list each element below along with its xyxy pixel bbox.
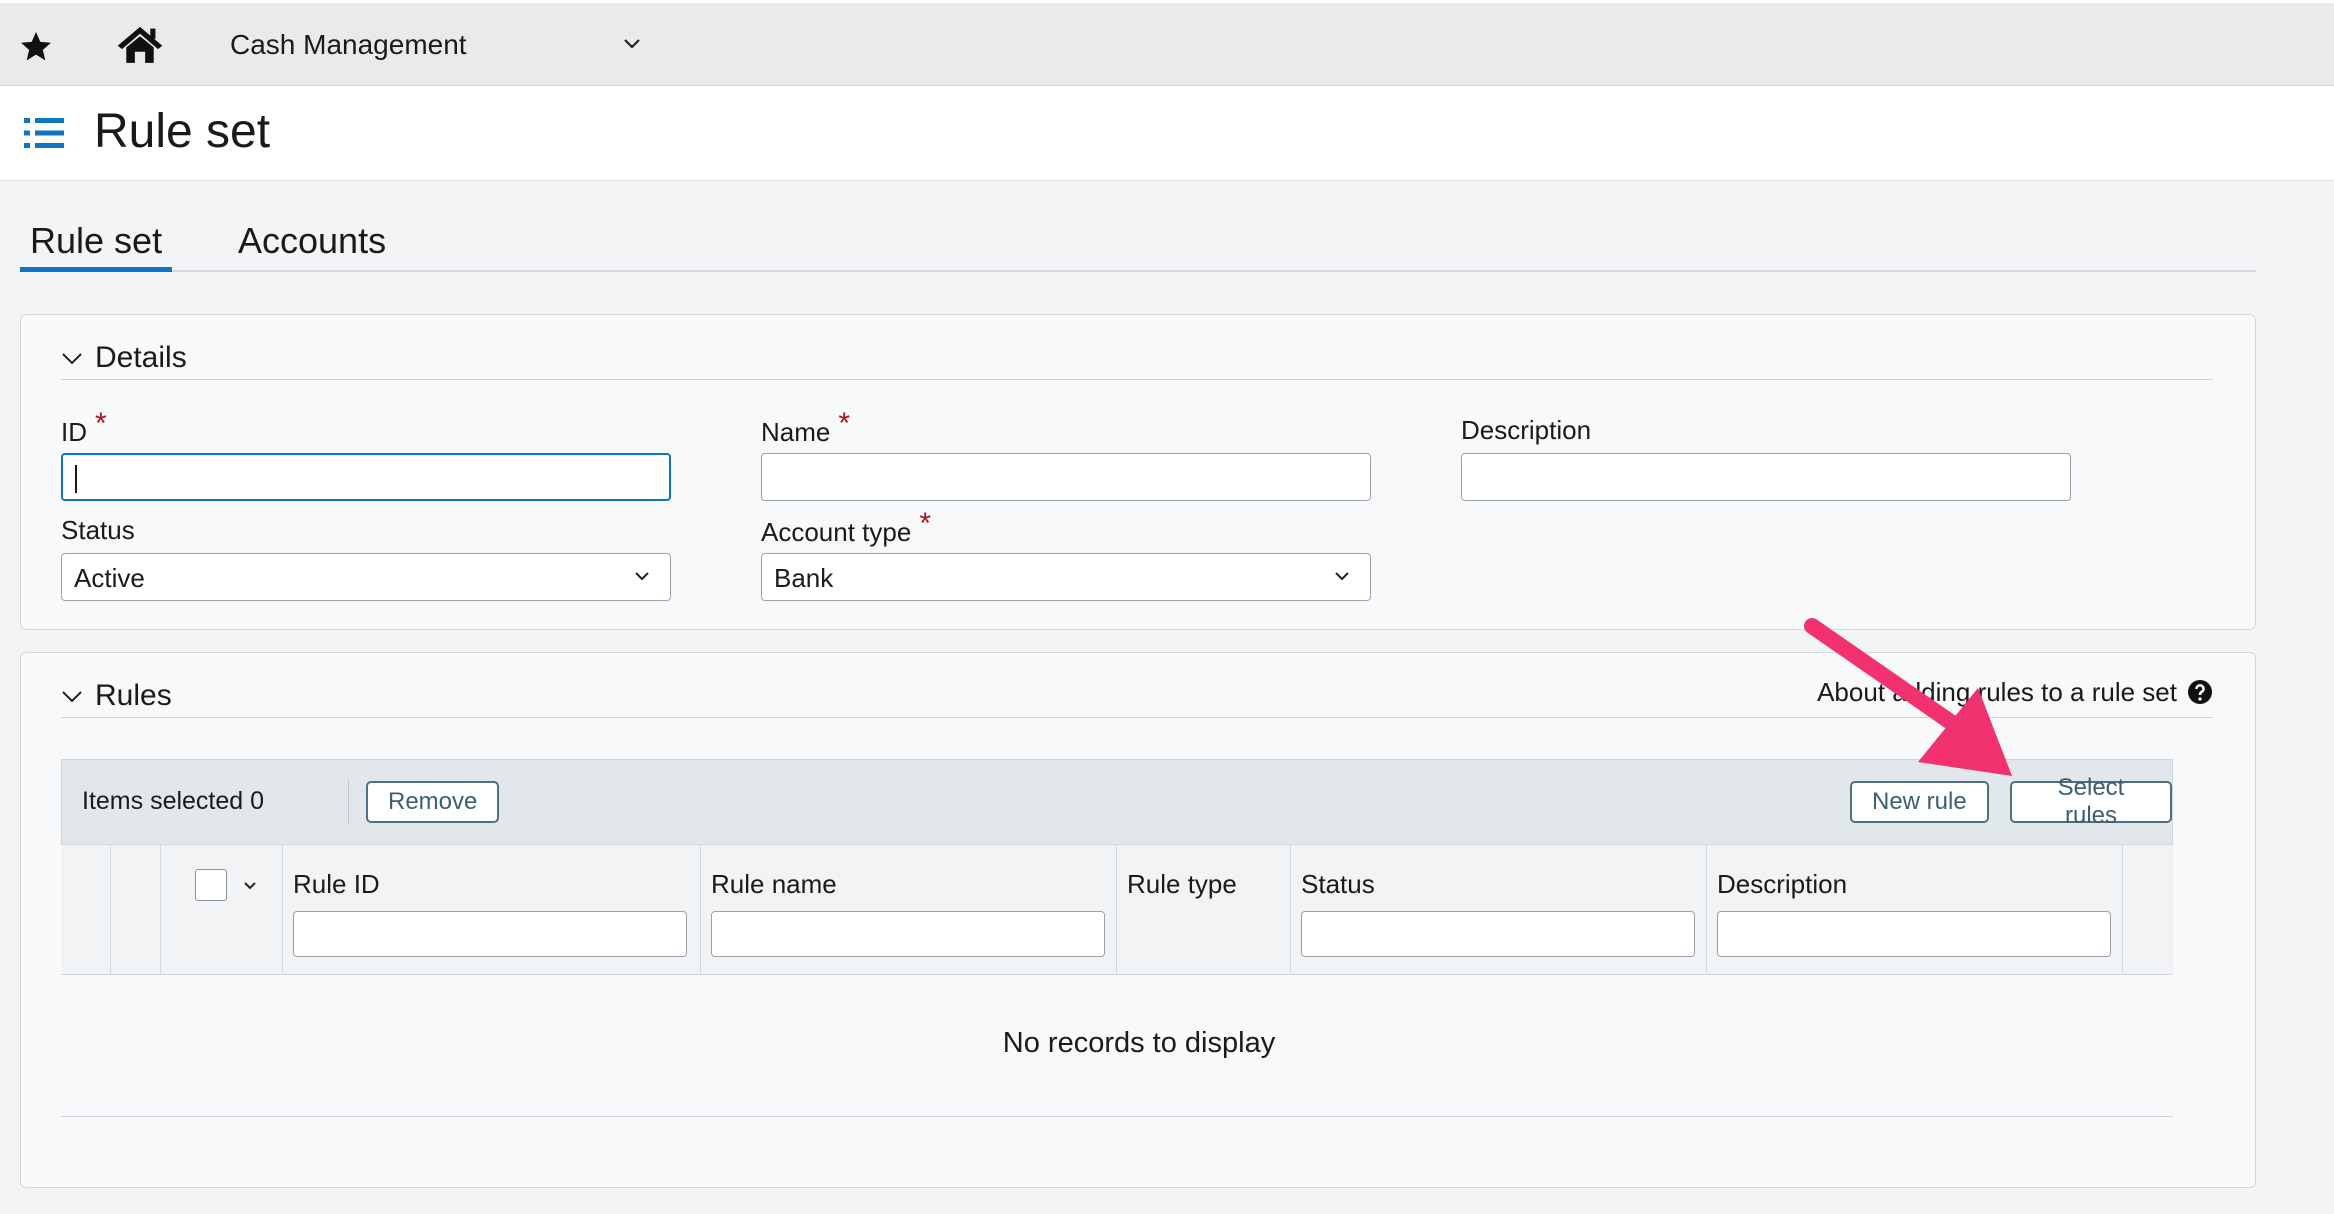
details-section-title: Details bbox=[95, 341, 187, 374]
help-icon[interactable] bbox=[2187, 679, 2213, 705]
column-header-rule-id[interactable]: Rule ID bbox=[293, 869, 380, 900]
column-description: Description bbox=[1707, 845, 2123, 975]
empty-grid-message: No records to display bbox=[1002, 1027, 1276, 1059]
column-rule-name: Rule name bbox=[701, 845, 1117, 975]
column-header-rule-name[interactable]: Rule name bbox=[711, 869, 837, 900]
grid-toolbar: Items selected 0 Remove New rule Select … bbox=[61, 759, 2173, 845]
chevron-down-icon bbox=[62, 353, 82, 365]
status-label: Status bbox=[61, 515, 135, 545]
required-marker: * bbox=[919, 507, 931, 540]
account-type-label: Account type * bbox=[761, 507, 931, 547]
details-section: Details ID * Name * Description Status Act… bbox=[20, 314, 2256, 630]
column-header-status[interactable]: Status bbox=[1301, 869, 1375, 900]
about-adding-rules-link[interactable]: About adding rules to a rule set bbox=[1817, 677, 2213, 708]
tab-bar: Rule set Accounts bbox=[20, 220, 2256, 272]
rules-grid-header: Rule ID Rule name Rule type Status Descr… bbox=[61, 845, 2173, 975]
select-rules-button[interactable]: Select rules bbox=[2010, 774, 2172, 829]
column-status: Status bbox=[1291, 845, 1707, 975]
divider bbox=[61, 379, 2213, 380]
details-section-toggle[interactable]: Details bbox=[61, 341, 187, 375]
chevron-down-icon bbox=[635, 572, 649, 581]
tab-accounts[interactable]: Accounts bbox=[228, 220, 396, 272]
status-filter-input[interactable] bbox=[1301, 911, 1695, 957]
divider bbox=[61, 717, 2213, 718]
select-all-column bbox=[161, 845, 283, 975]
rule-name-filter-input[interactable] bbox=[711, 911, 1105, 957]
description-field[interactable] bbox=[1461, 453, 2071, 501]
text-cursor bbox=[75, 465, 77, 493]
chevron-down-icon[interactable] bbox=[243, 881, 257, 891]
column-header-rule-type[interactable]: Rule type bbox=[1127, 869, 1237, 900]
grid-column-spacer bbox=[61, 845, 111, 975]
required-marker: * bbox=[838, 407, 851, 440]
status-select-value: Active bbox=[74, 563, 145, 593]
tab-rule-set[interactable]: Rule set bbox=[20, 220, 173, 272]
chevron-down-icon bbox=[1335, 572, 1349, 581]
page-header: Rule set bbox=[0, 86, 2334, 181]
column-rule-type: Rule type bbox=[1117, 845, 1291, 975]
chevron-down-icon[interactable] bbox=[622, 37, 642, 51]
column-rule-id: Rule ID bbox=[283, 845, 701, 975]
id-field[interactable] bbox=[61, 453, 671, 501]
select-all-checkbox[interactable] bbox=[195, 869, 227, 901]
new-rule-button[interactable]: New rule bbox=[1850, 781, 1989, 823]
rules-section-toggle[interactable]: Rules bbox=[61, 679, 172, 713]
divider bbox=[61, 1116, 2173, 1117]
home-icon[interactable] bbox=[116, 23, 164, 65]
account-type-select-value: Bank bbox=[774, 563, 834, 593]
rules-section-title: Rules bbox=[95, 679, 172, 712]
name-field[interactable] bbox=[761, 453, 1371, 501]
description-label: Description bbox=[1461, 415, 1592, 445]
required-marker: * bbox=[95, 407, 107, 440]
account-type-select[interactable]: Bank bbox=[761, 553, 1371, 601]
top-navigation-bar: Cash Management bbox=[0, 0, 2334, 86]
rules-section: Rules About adding rules to a rule set I… bbox=[20, 652, 2256, 1188]
page-title: Rule set bbox=[94, 105, 271, 158]
items-selected-count: Items selected 0 bbox=[82, 787, 265, 815]
column-header-description[interactable]: Description bbox=[1717, 869, 1847, 900]
chevron-down-icon bbox=[62, 691, 82, 703]
name-label: Name * bbox=[761, 407, 851, 447]
rule-id-filter-input[interactable] bbox=[293, 911, 687, 957]
list-icon[interactable] bbox=[24, 116, 64, 150]
star-icon[interactable] bbox=[18, 29, 54, 65]
id-label: ID * bbox=[61, 407, 107, 447]
module-selector-label[interactable]: Cash Management bbox=[230, 29, 467, 61]
status-select[interactable]: Active bbox=[61, 553, 671, 601]
grid-column-spacer bbox=[111, 845, 161, 975]
toolbar-divider bbox=[348, 780, 349, 824]
description-filter-input[interactable] bbox=[1717, 911, 2111, 957]
remove-button[interactable]: Remove bbox=[366, 781, 500, 823]
